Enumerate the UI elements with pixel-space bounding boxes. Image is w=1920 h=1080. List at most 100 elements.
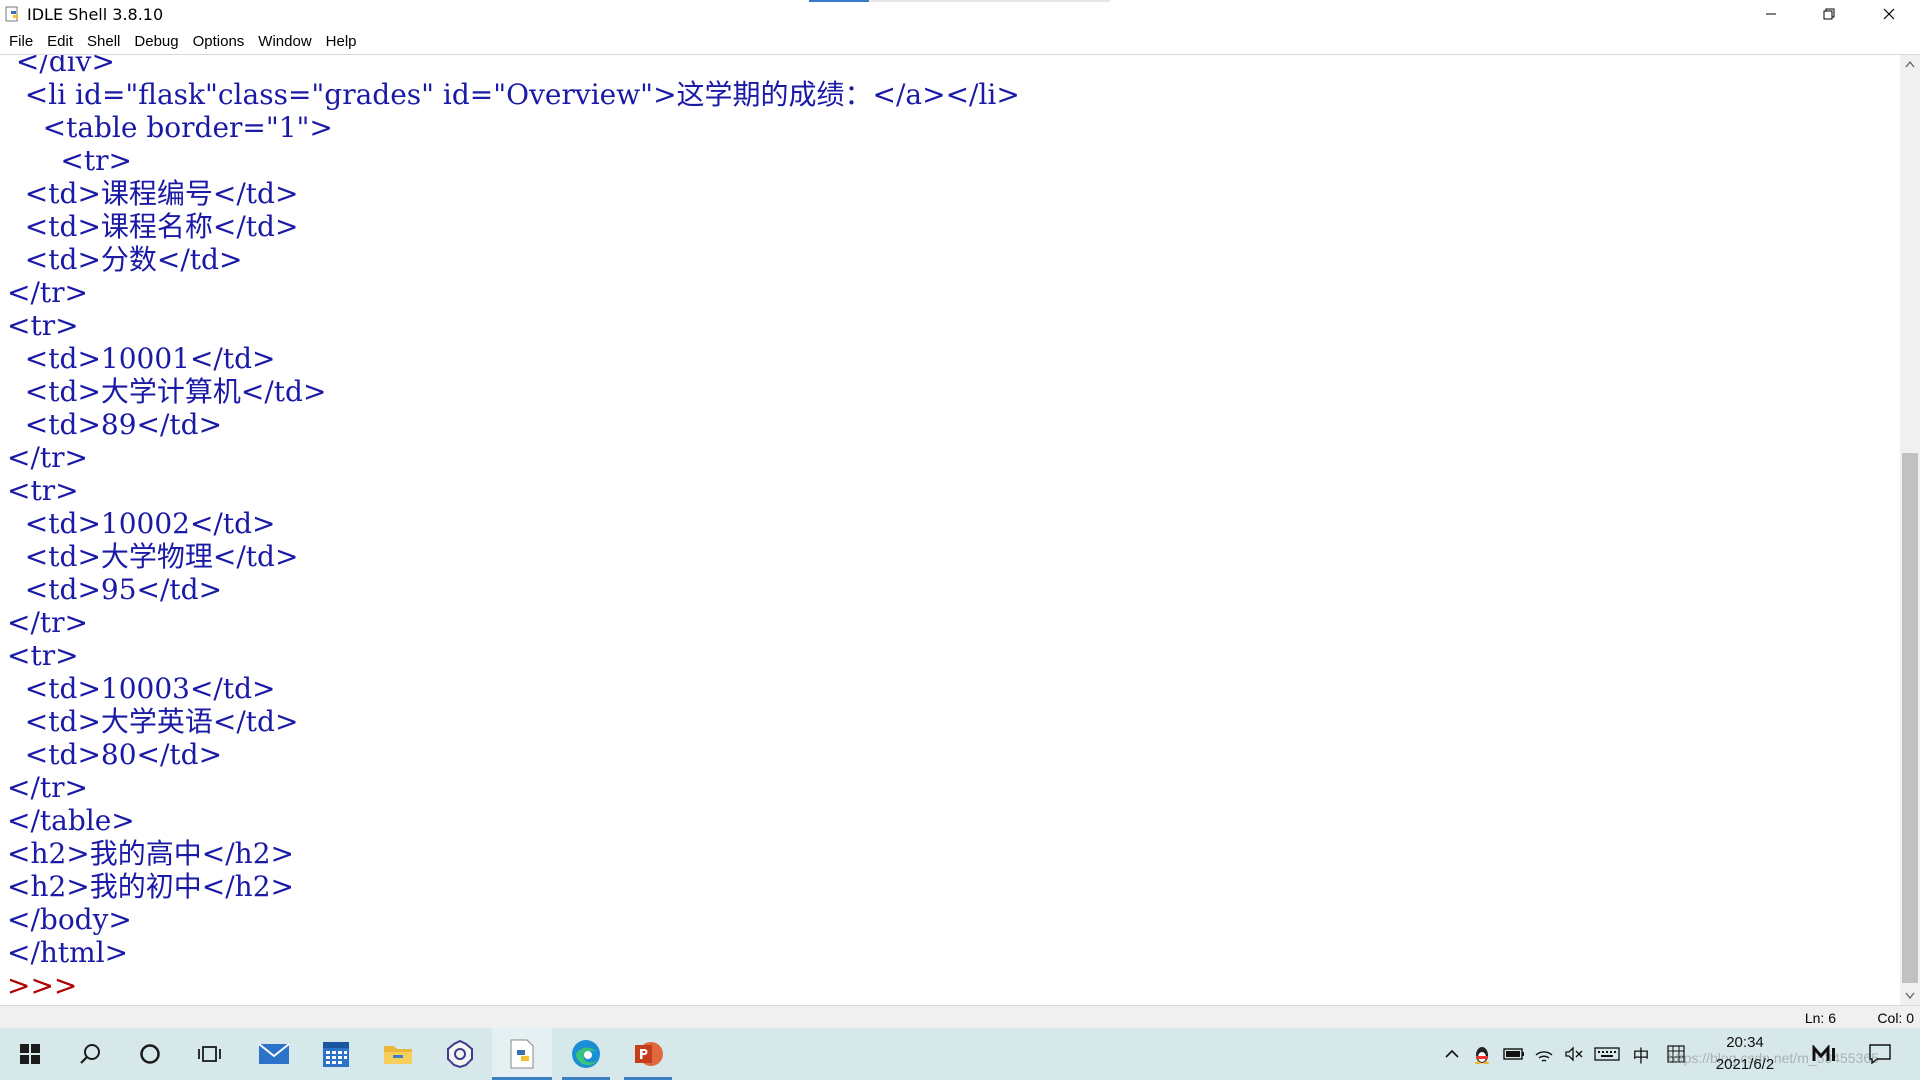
code-line: <td>分数</td> <box>7 243 243 276</box>
shell-text-area[interactable]: </div> <li id="flask"class="grades" id="… <box>0 55 1900 1005</box>
powerpoint-icon <box>635 1042 663 1066</box>
minimize-button[interactable] <box>1748 0 1794 28</box>
status-bar: Ln: 6 Col: 0 <box>0 1005 1920 1029</box>
code-line: <td>10003</td> <box>7 672 276 705</box>
title-bar[interactable]: IDLE Shell 3.8.10 <box>0 0 1920 28</box>
scroll-thumb[interactable] <box>1902 453 1918 983</box>
code-line: <tr> <box>7 474 79 507</box>
m-logo-icon <box>1812 1045 1835 1061</box>
notification-icon <box>1869 1044 1891 1064</box>
code-line: <td>10002</td> <box>7 507 276 540</box>
edge-browser-icon <box>572 1040 600 1068</box>
code-line: <td>课程名称</td> <box>7 210 299 243</box>
folder-icon <box>384 1046 412 1064</box>
search-button[interactable] <box>62 1028 118 1080</box>
code-line: <table border="1"> <box>7 111 333 144</box>
scroll-down-button[interactable] <box>1900 987 1920 1005</box>
code-line: </tr> <box>7 771 88 804</box>
code-line: <td>大学计算机</td> <box>7 375 327 408</box>
code-line: <tr> <box>7 639 79 672</box>
shell-output: </div> <li id="flask"class="grades" id="… <box>7 55 1020 1002</box>
ime-language-button[interactable]: 中 <box>1628 1028 1654 1080</box>
start-button[interactable] <box>2 1028 58 1080</box>
touch-keyboard-button[interactable] <box>1592 1028 1622 1080</box>
search-icon <box>80 1044 100 1064</box>
chevron-down-icon <box>1905 992 1915 1000</box>
taskbar: 中 https://blog.csdn.net/m_53455365 20:34… <box>0 1028 1920 1080</box>
taskbar-edge-app[interactable] <box>556 1028 616 1080</box>
taskbar-powerpoint-app[interactable] <box>618 1028 678 1080</box>
wifi-icon <box>1535 1051 1553 1062</box>
chevron-up-icon <box>1905 60 1915 68</box>
file-explorer-button[interactable] <box>370 1028 426 1080</box>
menu-options[interactable]: Options <box>193 33 245 50</box>
code-line: </tr> <box>7 606 88 639</box>
python-file-icon <box>510 1039 534 1069</box>
calendar-icon <box>323 1042 349 1067</box>
status-line: Ln: 6 <box>1804 1010 1836 1026</box>
mail-icon <box>258 1043 290 1064</box>
keyboard-icon <box>1594 1047 1620 1061</box>
clock-time[interactable]: 20:34 <box>1700 1034 1790 1051</box>
menu-debug[interactable]: Debug <box>134 33 178 50</box>
restore-icon <box>1823 8 1835 20</box>
restore-button[interactable] <box>1806 0 1852 28</box>
code-line: <tr> <box>7 144 132 177</box>
vertical-scrollbar[interactable] <box>1900 55 1920 1005</box>
cortana-button[interactable] <box>122 1028 178 1080</box>
volume-muted-icon <box>1565 1046 1583 1062</box>
code-line: </body> <box>7 903 132 936</box>
network-tray-button[interactable] <box>1530 1028 1558 1080</box>
close-button[interactable] <box>1866 0 1912 28</box>
minimize-icon <box>1766 13 1776 15</box>
status-column: Col: 0 <box>1877 1010 1914 1026</box>
code-line: </html> <box>7 936 129 969</box>
code-line: <li id="flask"class="grades" id="Overvie… <box>7 78 1020 111</box>
code-line: </table> <box>7 804 135 837</box>
volume-tray-button[interactable] <box>1560 1028 1588 1080</box>
meet-now-button[interactable] <box>1808 1028 1842 1080</box>
menu-bar: File Edit Shell Debug Options Window Hel… <box>0 28 1920 55</box>
code-line: <td>89</td> <box>7 408 223 441</box>
code-line: </div> <box>7 55 115 78</box>
chevron-up-icon <box>1445 1049 1459 1058</box>
code-line: <td>10001</td> <box>7 342 276 375</box>
battery-tray-button[interactable] <box>1500 1028 1528 1080</box>
menu-edit[interactable]: Edit <box>47 33 73 50</box>
code-line: <td>80</td> <box>7 738 223 771</box>
calendar-app-button[interactable] <box>308 1028 364 1080</box>
code-line: <td>课程编号</td> <box>7 177 299 210</box>
gear-icon <box>447 1039 473 1069</box>
cortana-circle-icon <box>140 1044 160 1064</box>
code-line: <td>大学物理</td> <box>7 540 299 573</box>
menu-window[interactable]: Window <box>258 33 311 50</box>
qq-penguin-icon <box>1475 1047 1489 1064</box>
settings-app-button[interactable] <box>432 1028 488 1080</box>
title-accent-light <box>869 0 1110 2</box>
menu-shell[interactable]: Shell <box>87 33 120 50</box>
menu-file[interactable]: File <box>9 33 33 50</box>
clock-date[interactable]: 2021/6/2 <box>1700 1056 1790 1073</box>
qq-tray-button[interactable] <box>1468 1028 1496 1080</box>
menu-help[interactable]: Help <box>326 33 357 50</box>
task-view-button[interactable] <box>182 1028 238 1080</box>
close-icon <box>1883 8 1895 20</box>
code-line: <h2>我的高中</h2> <box>7 837 294 870</box>
code-line: <td>95</td> <box>7 573 223 606</box>
python-idle-icon <box>5 6 18 22</box>
code-line: <h2>我的初中</h2> <box>7 870 294 903</box>
taskbar-idle-app[interactable] <box>492 1028 552 1080</box>
code-line: </tr> <box>7 441 88 474</box>
code-line: <td>大学英语</td> <box>7 705 299 738</box>
mail-app-button[interactable] <box>246 1028 302 1080</box>
action-center-button[interactable] <box>1862 1028 1898 1080</box>
battery-icon <box>1503 1048 1524 1060</box>
scroll-up-button[interactable] <box>1900 55 1920 73</box>
code-line: </tr> <box>7 276 88 309</box>
window-title: IDLE Shell 3.8.10 <box>27 5 164 24</box>
windows-logo-icon <box>20 1044 40 1064</box>
code-line: <tr> <box>7 309 79 342</box>
title-accent <box>809 0 869 2</box>
show-hidden-icons-button[interactable] <box>1440 1028 1464 1080</box>
shell-prompt[interactable]: >>> <box>7 969 1020 1002</box>
